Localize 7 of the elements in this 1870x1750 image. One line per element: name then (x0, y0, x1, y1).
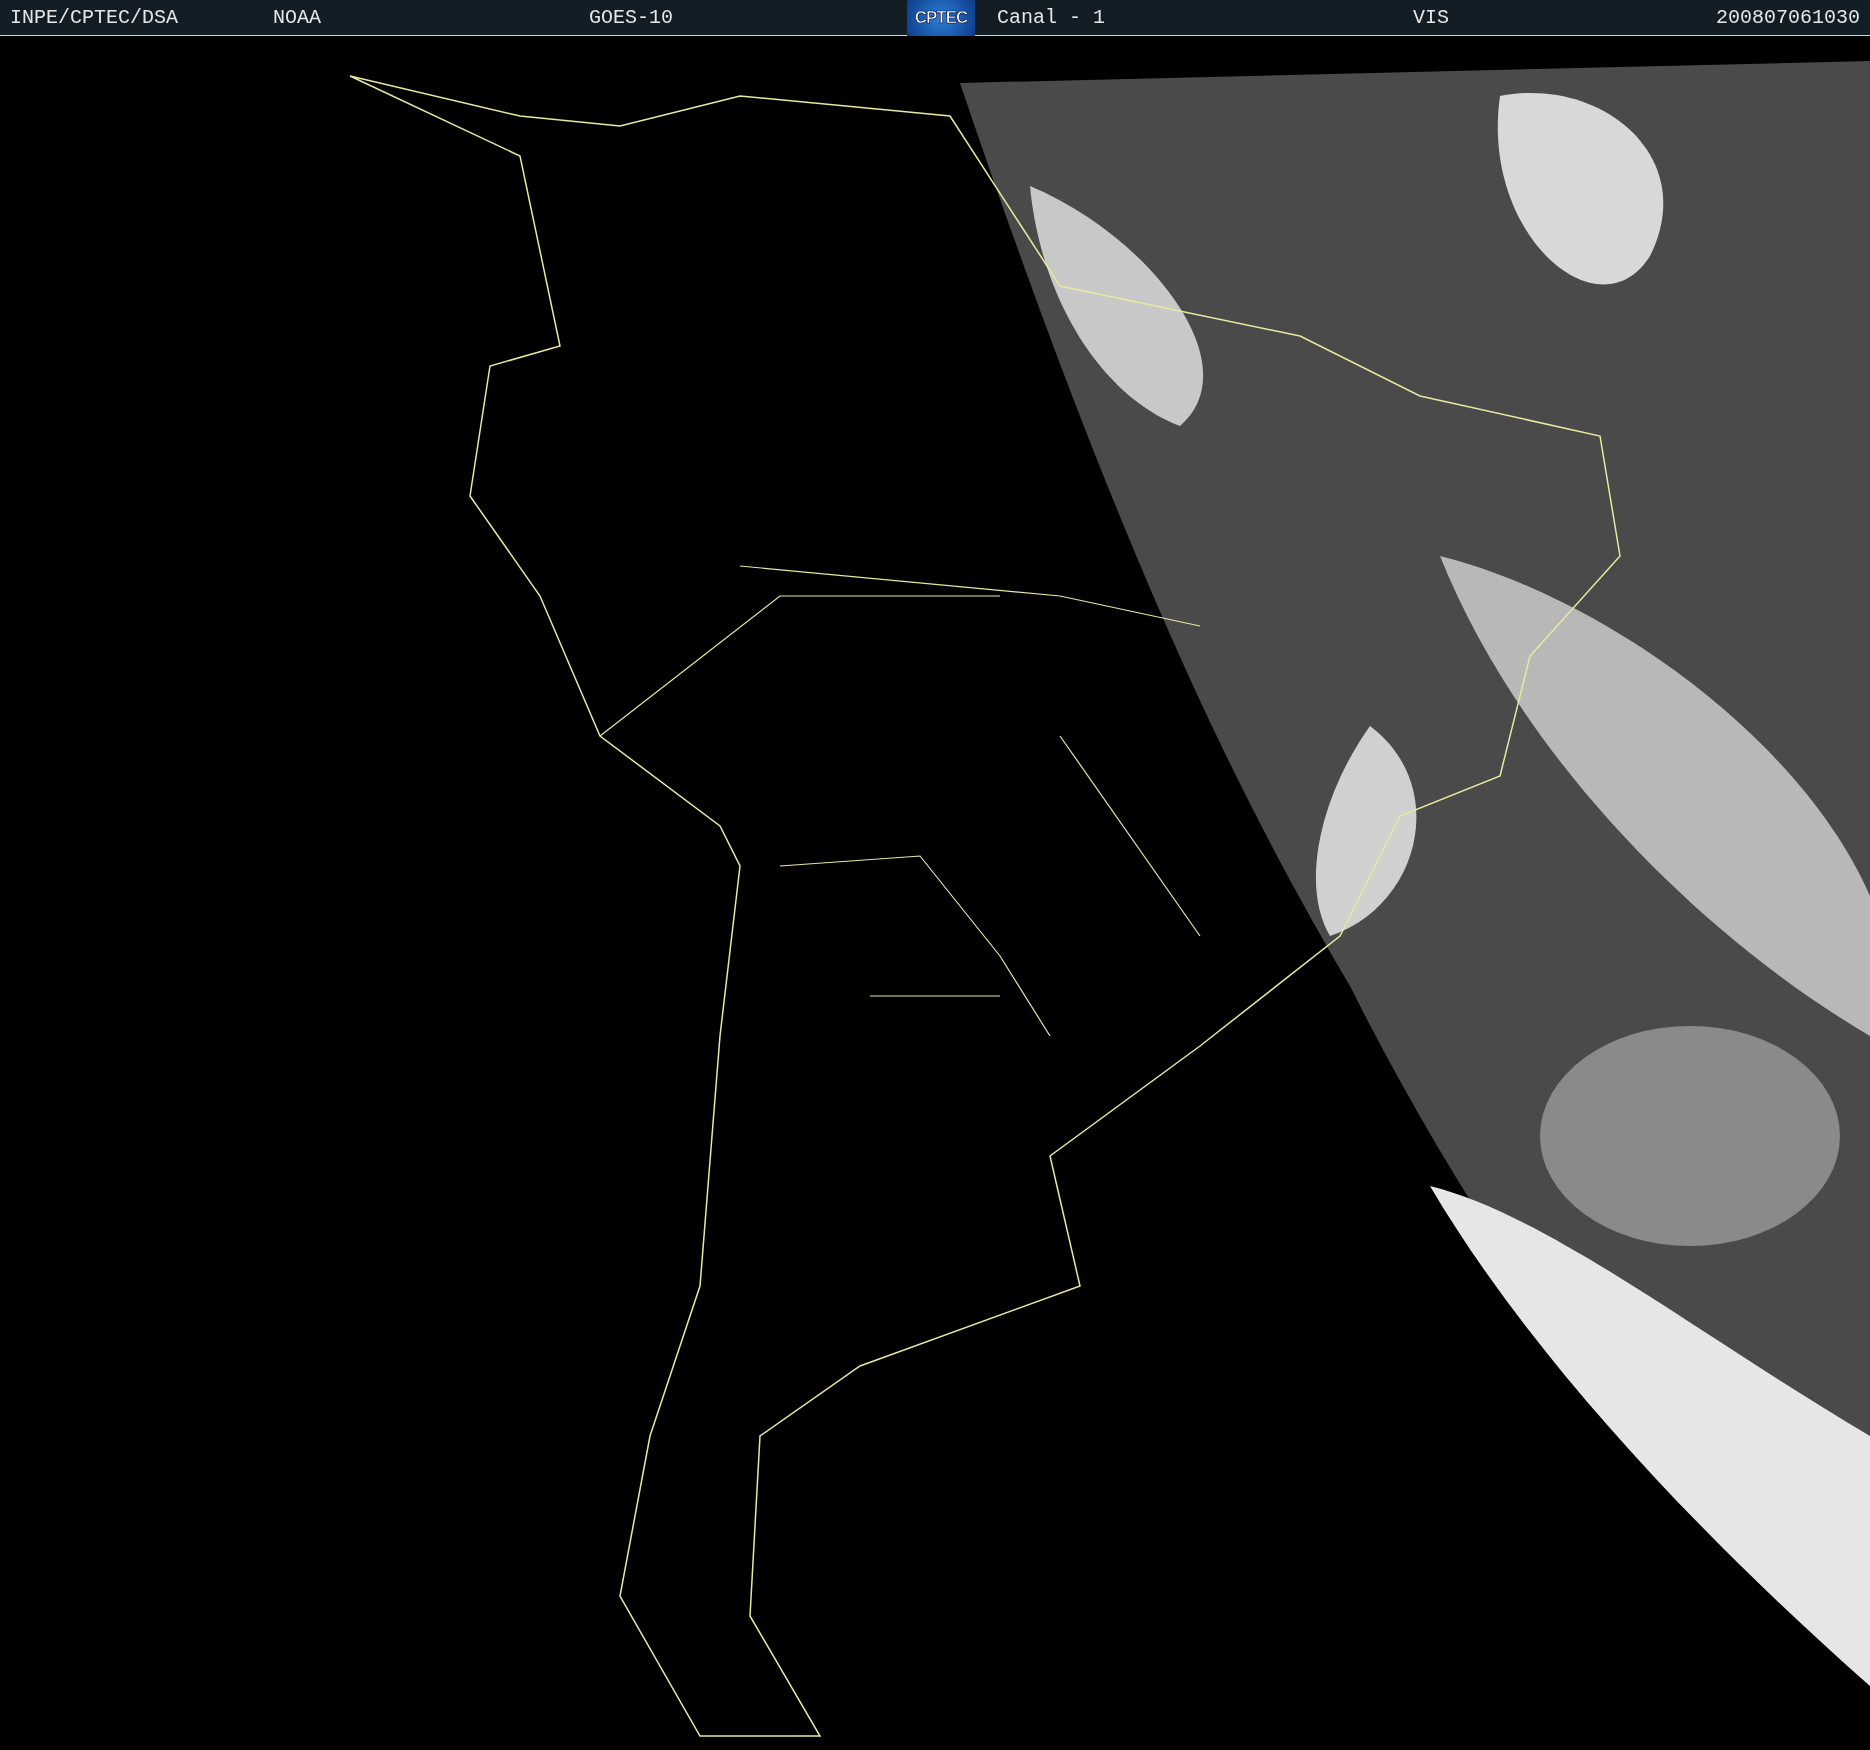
logo: CPTEC (907, 0, 975, 36)
satellite-label: GOES-10 (589, 5, 674, 31)
agency-label: INPE/CPTEC/DSA (9, 5, 180, 31)
operator-label: NOAA (273, 5, 322, 31)
channel-label: Canal - 1 (997, 5, 1107, 31)
band-label: VIS (1413, 5, 1450, 31)
timestamp-label: 200807061030 (1714, 5, 1861, 31)
